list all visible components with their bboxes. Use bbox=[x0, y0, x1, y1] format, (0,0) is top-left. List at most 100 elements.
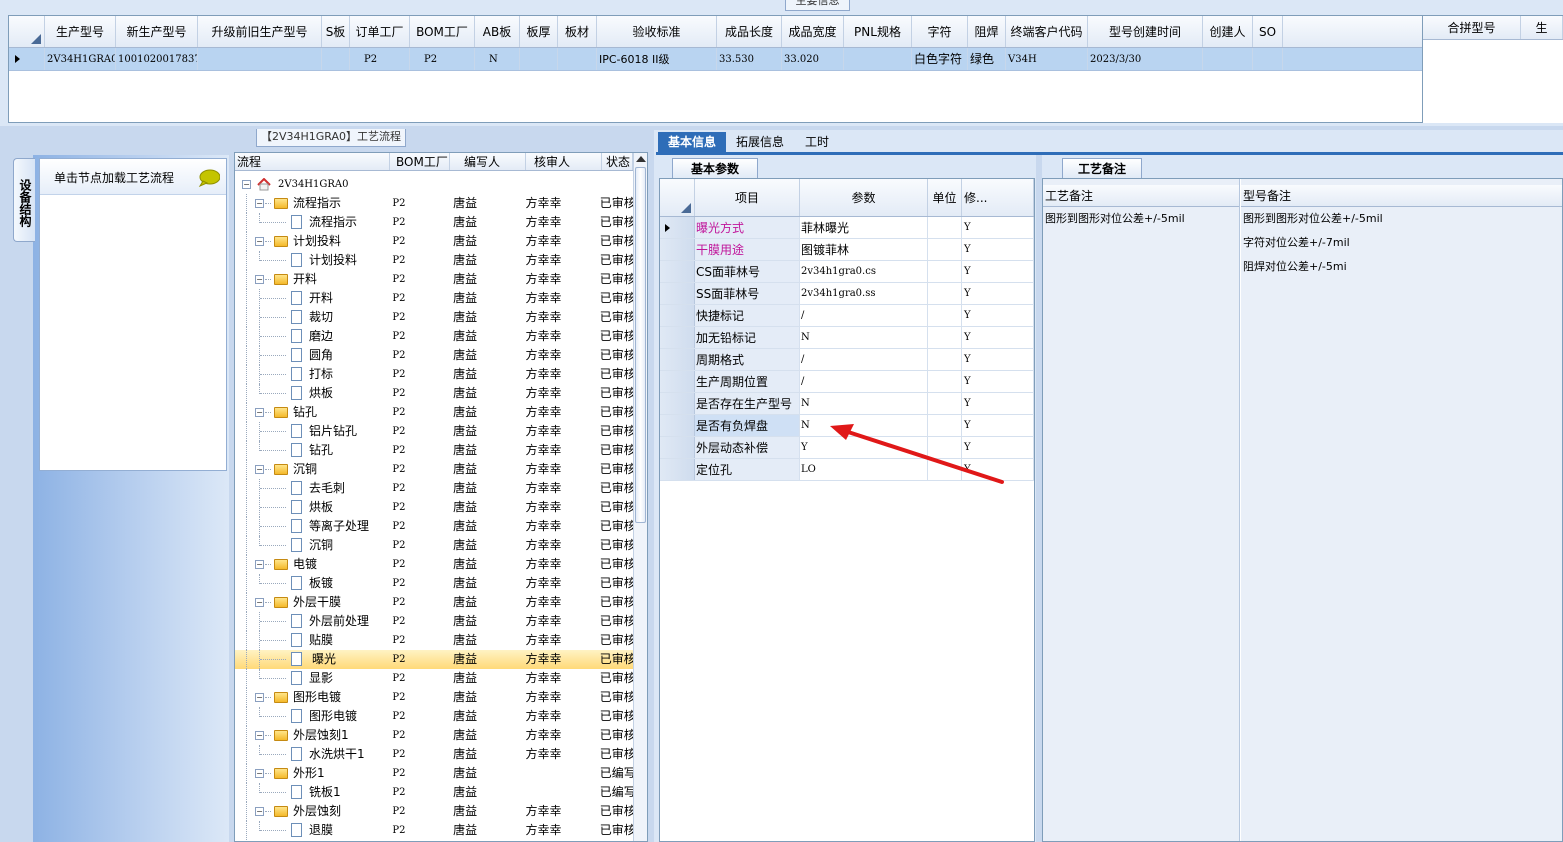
col-header[interactable]: 型号创建时间 bbox=[1088, 16, 1203, 47]
table-cell[interactable] bbox=[520, 48, 558, 70]
collapse-icon[interactable]: − bbox=[255, 237, 264, 246]
param-item-cell[interactable]: 干膜用途 bbox=[695, 239, 800, 260]
param-value-cell[interactable]: N bbox=[800, 327, 928, 348]
merge-col-header[interactable]: 合拼型号 bbox=[1423, 16, 1521, 39]
param-modifiable-cell[interactable]: Y bbox=[962, 393, 1034, 414]
table-cell[interactable]: P2 bbox=[350, 48, 410, 70]
param-modifiable-cell[interactable]: Y bbox=[962, 327, 1034, 348]
table-cell[interactable]: 2V34H1GRA0 bbox=[45, 48, 116, 70]
tree-node[interactable]: − 外层蚀刻1 P2 唐益 方幸幸 已审核 bbox=[235, 726, 633, 745]
collapse-icon[interactable]: − bbox=[255, 199, 264, 208]
col-header-status[interactable]: 状态 bbox=[602, 153, 633, 170]
collapse-icon[interactable]: − bbox=[255, 598, 264, 607]
row-indicator[interactable] bbox=[660, 393, 695, 414]
col-header[interactable]: 板材 bbox=[558, 16, 597, 47]
tree-node[interactable]: − 外形1 P2 唐益 已编写 bbox=[235, 764, 633, 783]
collapse-icon[interactable]: − bbox=[255, 693, 264, 702]
col-header[interactable]: 阻焊 bbox=[968, 16, 1006, 47]
param-unit-cell[interactable] bbox=[928, 349, 962, 370]
row-indicator[interactable] bbox=[660, 437, 695, 458]
col-header[interactable]: 升级前旧生产型号 bbox=[198, 16, 322, 47]
col-header[interactable]: 生产型号 bbox=[45, 16, 116, 47]
collapse-icon[interactable]: − bbox=[255, 275, 264, 284]
param-row[interactable]: 快捷标记 / Y bbox=[660, 305, 1034, 327]
param-value-cell[interactable]: N bbox=[800, 393, 928, 414]
param-item-cell[interactable]: SS面菲林号 bbox=[695, 283, 800, 304]
col-header-unit[interactable]: 单位 bbox=[928, 179, 962, 216]
table-cell[interactable] bbox=[558, 48, 597, 70]
param-row[interactable]: 曝光方式 菲林曝光 Y bbox=[660, 217, 1034, 239]
row-indicator[interactable] bbox=[660, 239, 695, 260]
col-header[interactable]: SO bbox=[1253, 16, 1283, 47]
col-header[interactable]: 成品宽度 bbox=[782, 16, 844, 47]
collapse-icon[interactable]: − bbox=[255, 731, 264, 740]
process-notes-group-tab[interactable]: 工艺备注 bbox=[1062, 158, 1142, 179]
tree-node[interactable]: − 外层干膜 P2 唐益 方幸幸 已审核 bbox=[235, 593, 633, 612]
table-cell[interactable]: 绿色 bbox=[968, 48, 1006, 70]
tree-node[interactable]: 计划投料 P2 唐益 方幸幸 已审核 bbox=[235, 251, 633, 270]
row-indicator[interactable] bbox=[660, 305, 695, 326]
param-unit-cell[interactable] bbox=[928, 393, 962, 414]
col-header[interactable]: 成品长度 bbox=[717, 16, 782, 47]
param-value-cell[interactable]: / bbox=[800, 305, 928, 326]
param-modifiable-cell[interactable]: Y bbox=[962, 283, 1034, 304]
param-item-cell[interactable]: 周期格式 bbox=[695, 349, 800, 370]
tree-node[interactable]: − 电镀 P2 唐益 方幸幸 已审核 bbox=[235, 555, 633, 574]
basic-params-panel[interactable]: 项目 参数 单位 修... 曝光方式 菲林曝光 Y 干膜用途 图镀菲林 Y CS面菲林号 2v… bbox=[659, 178, 1035, 842]
param-item-cell[interactable]: 外层动态补偿 bbox=[695, 437, 800, 458]
col-header-modifiable[interactable]: 修... bbox=[962, 179, 1034, 216]
product-grid[interactable]: 生产型号 新生产型号 升级前旧生产型号 S板 订单工厂 BOM工厂 AB板 板厚 板材 验收标准成… bbox=[8, 15, 1423, 123]
col-header[interactable]: 新生产型号 bbox=[116, 16, 198, 47]
tree-node[interactable]: 外层前处理 P2 唐益 方幸幸 已审核 bbox=[235, 612, 633, 631]
collapse-icon[interactable]: − bbox=[255, 807, 264, 816]
row-indicator[interactable] bbox=[660, 349, 695, 370]
col-header-process[interactable]: 流程 bbox=[235, 153, 390, 170]
tree-node[interactable]: 烘板 P2 唐益 方幸幸 已审核 bbox=[235, 384, 633, 403]
row-indicator[interactable] bbox=[660, 415, 695, 436]
tab-equipment-structure[interactable]: 设备结构 bbox=[13, 158, 35, 242]
col-header[interactable]: 订单工厂 bbox=[350, 16, 410, 47]
param-value-cell[interactable]: / bbox=[800, 349, 928, 370]
param-value-cell[interactable]: / bbox=[800, 371, 928, 392]
equipment-box[interactable]: 单击节点加载工艺流程 bbox=[39, 158, 227, 471]
tree-node[interactable]: 铣板1 P2 唐益 已编写 bbox=[235, 783, 633, 802]
table-cell[interactable] bbox=[198, 48, 322, 70]
tree-node[interactable]: 流程指示 P2 唐益 方幸幸 已审核 bbox=[235, 213, 633, 232]
collapse-icon[interactable]: − bbox=[255, 769, 264, 778]
table-cell[interactable] bbox=[1203, 48, 1253, 70]
equipment-box-header[interactable]: 单击节点加载工艺流程 bbox=[40, 159, 226, 195]
col-header[interactable]: 字符 bbox=[912, 16, 968, 47]
row-indicator[interactable] bbox=[660, 459, 695, 480]
tree-node[interactable]: − 钻孔 P2 唐益 方幸幸 已审核 bbox=[235, 403, 633, 422]
row-indicator[interactable] bbox=[660, 283, 695, 304]
param-item-cell[interactable]: 加无铅标记 bbox=[695, 327, 800, 348]
tree-node[interactable]: 去毛刺 P2 唐益 方幸幸 已审核 bbox=[235, 479, 633, 498]
col-header-param[interactable]: 参数 bbox=[800, 179, 928, 216]
param-modifiable-cell[interactable]: Y bbox=[962, 349, 1034, 370]
param-unit-cell[interactable] bbox=[928, 371, 962, 392]
param-item-cell[interactable]: 是否有负焊盘 bbox=[695, 415, 800, 436]
process-notes-panel[interactable]: 工艺备注 图形到图形对位公差+/-5mil 型号备注 图形到图形对位公差+/-5… bbox=[1042, 178, 1563, 842]
col-header[interactable]: 终端客户代码 bbox=[1006, 16, 1088, 47]
param-modifiable-cell[interactable]: Y bbox=[962, 305, 1034, 326]
tree-node[interactable]: − 沉铜 P2 唐益 方幸幸 已审核 bbox=[235, 460, 633, 479]
param-unit-cell[interactable] bbox=[928, 283, 962, 304]
col-header[interactable]: 板厚 bbox=[520, 16, 558, 47]
param-item-cell[interactable]: CS面菲林号 bbox=[695, 261, 800, 282]
table-cell[interactable] bbox=[844, 48, 912, 70]
table-cell[interactable] bbox=[322, 48, 350, 70]
tree-node[interactable]: 等离子处理 P2 唐益 方幸幸 已审核 bbox=[235, 517, 633, 536]
tab-basic-info[interactable]: 基本信息 bbox=[658, 132, 726, 152]
row-indicator[interactable] bbox=[660, 371, 695, 392]
param-modifiable-cell[interactable]: Y bbox=[962, 239, 1034, 260]
row-indicator[interactable] bbox=[660, 327, 695, 348]
tree-node[interactable]: 烘板 P2 唐益 方幸幸 已审核 bbox=[235, 498, 633, 517]
col-header[interactable]: BOM工厂 bbox=[410, 16, 475, 47]
param-unit-cell[interactable] bbox=[928, 217, 962, 238]
collapse-icon[interactable]: − bbox=[255, 560, 264, 569]
params-grid-corner[interactable] bbox=[660, 179, 695, 216]
table-cell[interactable]: 2023/3/30 bbox=[1088, 48, 1203, 70]
param-row[interactable]: SS面菲林号 2v34h1gra0.ss Y bbox=[660, 283, 1034, 305]
col-header-item[interactable]: 项目 bbox=[695, 179, 800, 216]
param-unit-cell[interactable] bbox=[928, 327, 962, 348]
